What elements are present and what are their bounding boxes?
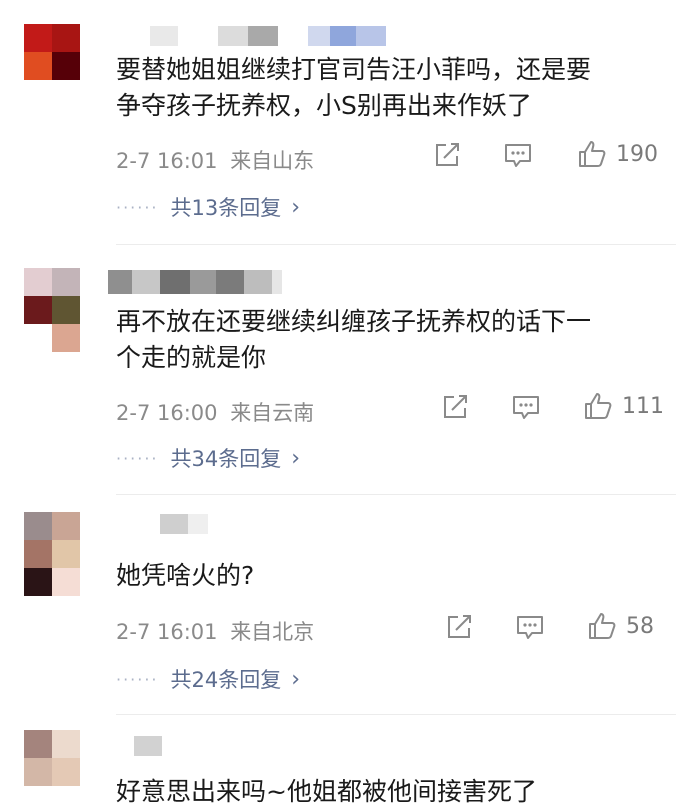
comment-text: 要替她姐姐继续打官司告汪小菲吗，还是要 争夺孩子抚养权，小S别再出来作妖了 [116,52,661,124]
comment-meta: 2-7 16:00 来自云南 [116,397,314,427]
comment-text-line: 她凭啥火的? [116,561,255,590]
repost-icon [444,395,467,418]
comment-icon [513,396,539,419]
reply-count: 共13条回复 [170,196,282,220]
comment-text-line: 要替她姐姐继续打官司告汪小菲吗，还是要 [116,55,592,84]
comment-text-line: 再不放在还要继续纠缠孩子抚养权的话下一 [116,307,592,336]
reply-count: 共34条回复 [170,447,282,471]
username-blurred[interactable] [108,270,282,294]
username-blurred[interactable] [160,514,208,534]
like-count: 111 [622,393,664,419]
comment-text-line: 好意思出来吗~他姐都被他间接害死了 [116,777,537,806]
dots-decoration: ······ [116,448,159,468]
thumbs-up-icon [589,613,616,639]
repost-button[interactable] [444,612,474,642]
like-button[interactable]: 190 [576,138,658,170]
chevron-right-icon: › [291,666,301,692]
reply-count: 共24条回复 [170,668,282,692]
chevron-right-icon: › [291,445,301,471]
comment-text: 她凭啥火的? [116,558,661,594]
comment-text: 再不放在还要继续纠缠孩子抚养权的话下一 个走的就是你 [116,304,661,376]
like-count: 190 [616,141,658,167]
avatar[interactable] [24,24,80,80]
comment-time: 2-7 16:01 [116,620,218,644]
comment-location: 来自山东 [230,149,315,173]
repost-button[interactable] [440,392,470,422]
username-blurred[interactable] [134,736,162,756]
comment-button[interactable] [510,392,542,422]
avatar[interactable] [24,268,80,352]
comment-text-line: 个走的就是你 [116,343,267,372]
username-blurred[interactable] [150,26,386,46]
comment-time: 2-7 16:00 [116,401,218,425]
like-button[interactable]: 111 [582,390,664,422]
repost-icon [436,143,459,166]
divider [116,244,676,245]
comment-meta: 2-7 16:01 来自山东 [116,145,314,175]
dots-decoration: ······ [116,197,159,217]
view-replies-link[interactable]: ······ 共24条回复 › [116,664,300,694]
avatar[interactable] [24,730,80,786]
comment-text: 好意思出来吗~他姐都被他间接害死了 [116,774,661,810]
comment-meta: 2-7 16:01 来自北京 [116,616,314,646]
comment-text-line: 争夺孩子抚养权，小S别再出来作妖了 [116,91,532,120]
view-replies-link[interactable]: ······ 共13条回复 › [116,192,300,222]
comment-location: 来自云南 [230,401,315,425]
view-replies-link[interactable]: ······ 共34条回复 › [116,443,300,473]
repost-icon [448,615,471,638]
like-button[interactable]: 58 [586,610,654,642]
divider [116,494,676,495]
thumbs-up-icon [579,141,606,167]
comment-icon [517,616,543,639]
comment-icon [505,144,531,167]
dots-decoration: ······ [116,669,159,689]
comment-button[interactable] [514,612,546,642]
avatar[interactable] [24,512,80,596]
comment-button[interactable] [502,140,534,170]
repost-button[interactable] [432,140,462,170]
divider [116,714,676,715]
like-count: 58 [626,613,654,639]
chevron-right-icon: › [291,194,301,220]
comment-location: 来自北京 [230,620,315,644]
thumbs-up-icon [585,393,612,419]
comment-time: 2-7 16:01 [116,149,218,173]
